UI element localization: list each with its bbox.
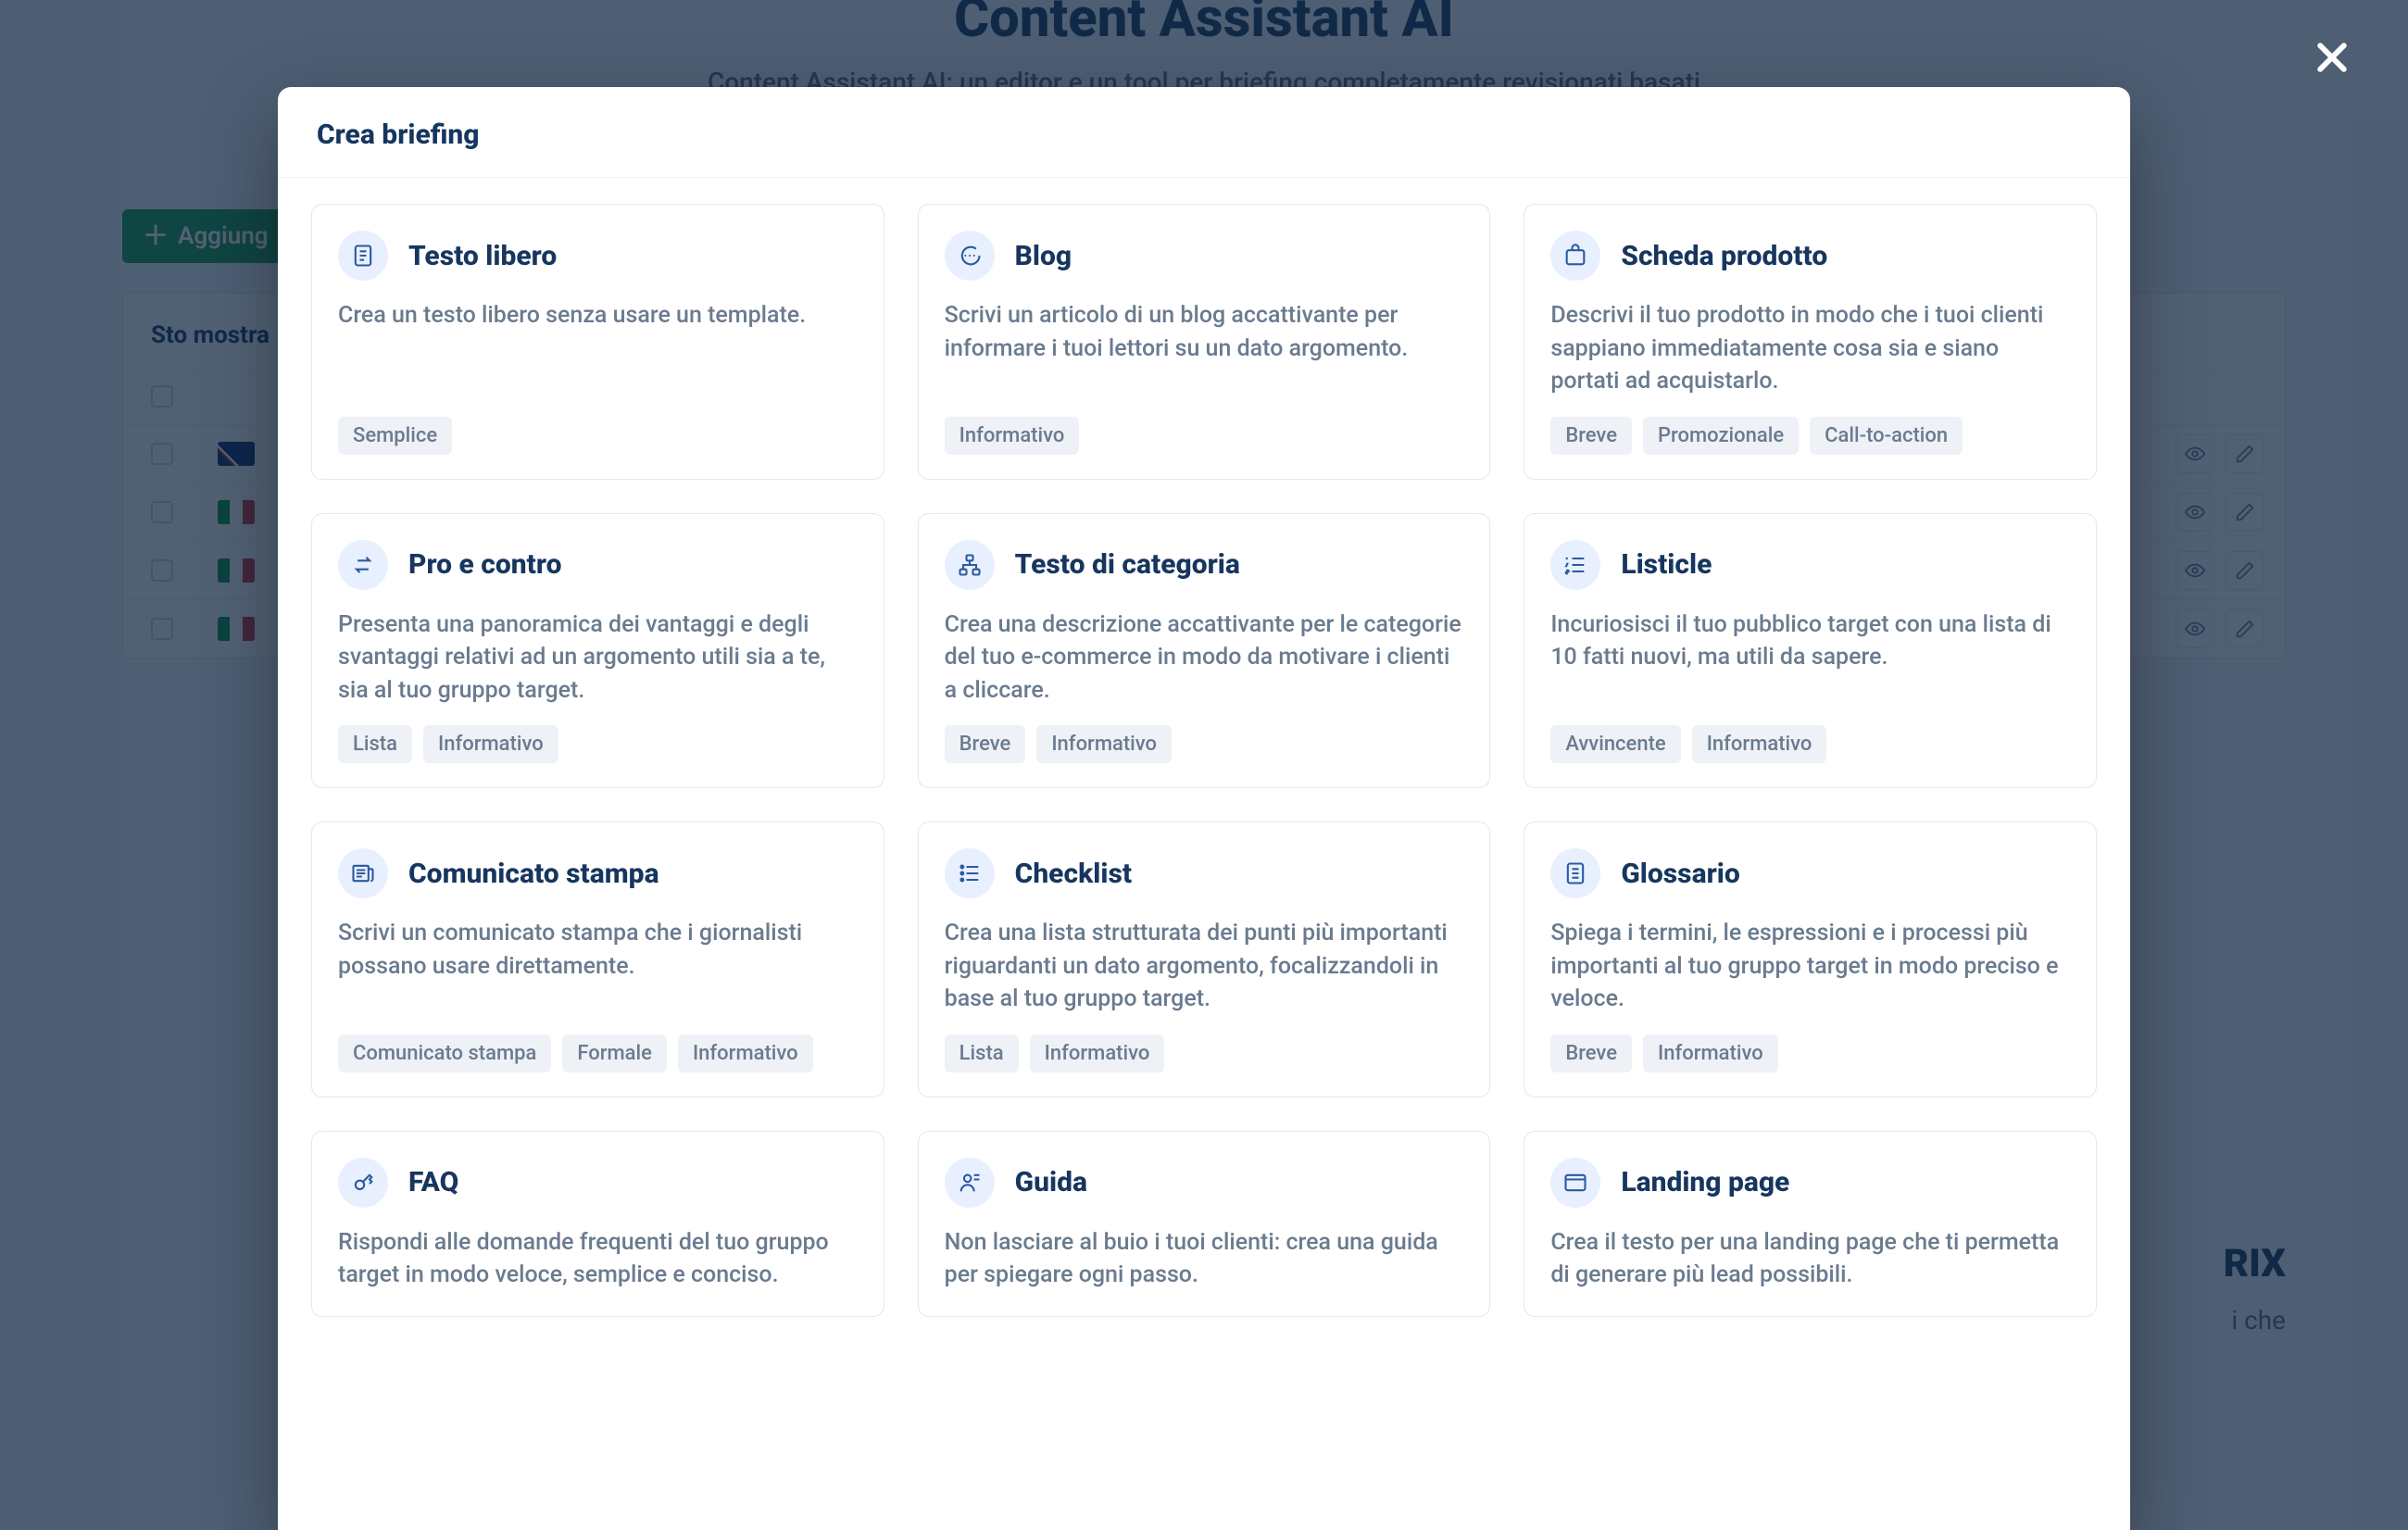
doc-icon <box>1550 848 1600 898</box>
tag: Formale <box>562 1035 667 1072</box>
card-title: Pro e contro <box>408 548 561 581</box>
card-title: Testo di categoria <box>1015 548 1240 581</box>
card-title: Landing page <box>1621 1166 1789 1198</box>
tag: Promozionale <box>1643 417 1799 455</box>
card-description: Spiega i termini, le espressioni e i pro… <box>1550 917 2070 1016</box>
card-title: FAQ <box>408 1166 458 1198</box>
create-briefing-modal: Crea briefing Testo libero Crea un testo … <box>278 87 2130 1530</box>
close-icon[interactable] <box>2312 37 2352 86</box>
card-description: Presenta una panoramica dei vantaggi e d… <box>338 608 858 708</box>
tree-icon <box>945 540 995 590</box>
card-tags: Breve Promozionale Call-to-action <box>1550 417 2070 455</box>
tag: Lista <box>945 1035 1019 1072</box>
card-title: Scheda prodotto <box>1621 240 1827 272</box>
tag: Lista <box>338 725 412 763</box>
tag: Informativo <box>423 725 558 763</box>
tag: Comunicato stampa <box>338 1035 551 1072</box>
card-tags: Lista Informativo <box>338 725 858 763</box>
tag: Breve <box>1550 417 1632 455</box>
card-title: Listicle <box>1621 548 1712 581</box>
window-icon <box>1550 1158 1600 1208</box>
tag: Informativo <box>945 417 1080 455</box>
template-card-blog[interactable]: Blog Scrivi un articolo di un blog accatt… <box>918 204 1491 480</box>
card-tags: Avvincente Informativo <box>1550 725 2070 763</box>
tag: Informativo <box>1643 1035 1778 1072</box>
card-title: Checklist <box>1015 858 1132 890</box>
bag-icon <box>1550 231 1600 281</box>
card-tags: Lista Informativo <box>945 1035 1464 1072</box>
card-tags: Semplice <box>338 417 858 455</box>
template-card-glossario[interactable]: Glossario Spiega i termini, le espression… <box>1524 821 2097 1097</box>
template-card-comunicato-stampa[interactable]: Comunicato stampa Scrivi un comunicato st… <box>311 821 884 1097</box>
tag: Breve <box>1550 1035 1632 1072</box>
news-icon <box>338 848 388 898</box>
card-title: Guida <box>1015 1166 1087 1198</box>
card-tags: Breve Informativo <box>1550 1035 2070 1072</box>
card-title: Blog <box>1015 240 1072 272</box>
tag: Informativo <box>1036 725 1172 763</box>
numlist-icon <box>1550 540 1600 590</box>
tag: Informativo <box>1692 725 1827 763</box>
template-card-faq[interactable]: FAQ Rispondi alle domande frequenti del t… <box>311 1131 884 1317</box>
card-description: Incuriosisci il tuo pubblico target con … <box>1550 608 2070 674</box>
file-icon <box>338 231 388 281</box>
template-card-landing-page[interactable]: Landing page Crea il testo per una landin… <box>1524 1131 2097 1317</box>
card-description: Rispondi alle domande frequenti del tuo … <box>338 1226 858 1292</box>
tag: Breve <box>945 725 1026 763</box>
card-description: Descrivi il tuo prodotto in modo che i t… <box>1550 299 2070 398</box>
template-card-checklist[interactable]: Checklist Crea una lista strutturata dei … <box>918 821 1491 1097</box>
card-description: Crea un testo libero senza usare un temp… <box>338 299 858 332</box>
template-card-listicle[interactable]: Listicle Incuriosisci il tuo pubblico tar… <box>1524 513 2097 789</box>
card-title: Glossario <box>1621 858 1739 890</box>
card-tags: Informativo <box>945 417 1464 455</box>
tag: Call-to-action <box>1810 417 1963 455</box>
tag: Semplice <box>338 417 452 455</box>
card-tags: Breve Informativo <box>945 725 1464 763</box>
template-grid: Testo libero Crea un testo libero senza u… <box>311 204 2097 1317</box>
card-title: Comunicato stampa <box>408 858 659 890</box>
card-description: Scrivi un comunicato stampa che i giorna… <box>338 917 858 983</box>
chat-icon <box>945 231 995 281</box>
template-card-guida[interactable]: Guida Non lasciare al buio i tuoi clienti… <box>918 1131 1491 1317</box>
template-card-scheda-prodotto[interactable]: Scheda prodotto Descrivi il tuo prodotto … <box>1524 204 2097 480</box>
template-card-testo-libero[interactable]: Testo libero Crea un testo libero senza u… <box>311 204 884 480</box>
card-description: Crea una descrizione accattivante per le… <box>945 608 1464 708</box>
tag: Informativo <box>1030 1035 1165 1072</box>
key-icon <box>338 1158 388 1208</box>
card-description: Crea il testo per una landing page che t… <box>1550 1226 2070 1292</box>
card-description: Scrivi un articolo di un blog accattivan… <box>945 299 1464 365</box>
swap-icon <box>338 540 388 590</box>
tag: Avvincente <box>1550 725 1680 763</box>
template-card-testo-di-categoria[interactable]: Testo di categoria Crea una descrizione a… <box>918 513 1491 789</box>
tag: Informativo <box>678 1035 813 1072</box>
card-description: Crea una lista strutturata dei punti più… <box>945 917 1464 1016</box>
modal-title: Crea briefing <box>278 87 2130 178</box>
person-icon <box>945 1158 995 1208</box>
card-description: Non lasciare al buio i tuoi clienti: cre… <box>945 1226 1464 1292</box>
card-title: Testo libero <box>408 240 557 272</box>
template-card-pro-e-contro[interactable]: Pro e contro Presenta una panoramica dei … <box>311 513 884 789</box>
bullets-icon <box>945 848 995 898</box>
card-tags: Comunicato stampa Formale Informativo <box>338 1035 858 1072</box>
modal-body: Testo libero Crea un testo libero senza u… <box>278 178 2130 1530</box>
